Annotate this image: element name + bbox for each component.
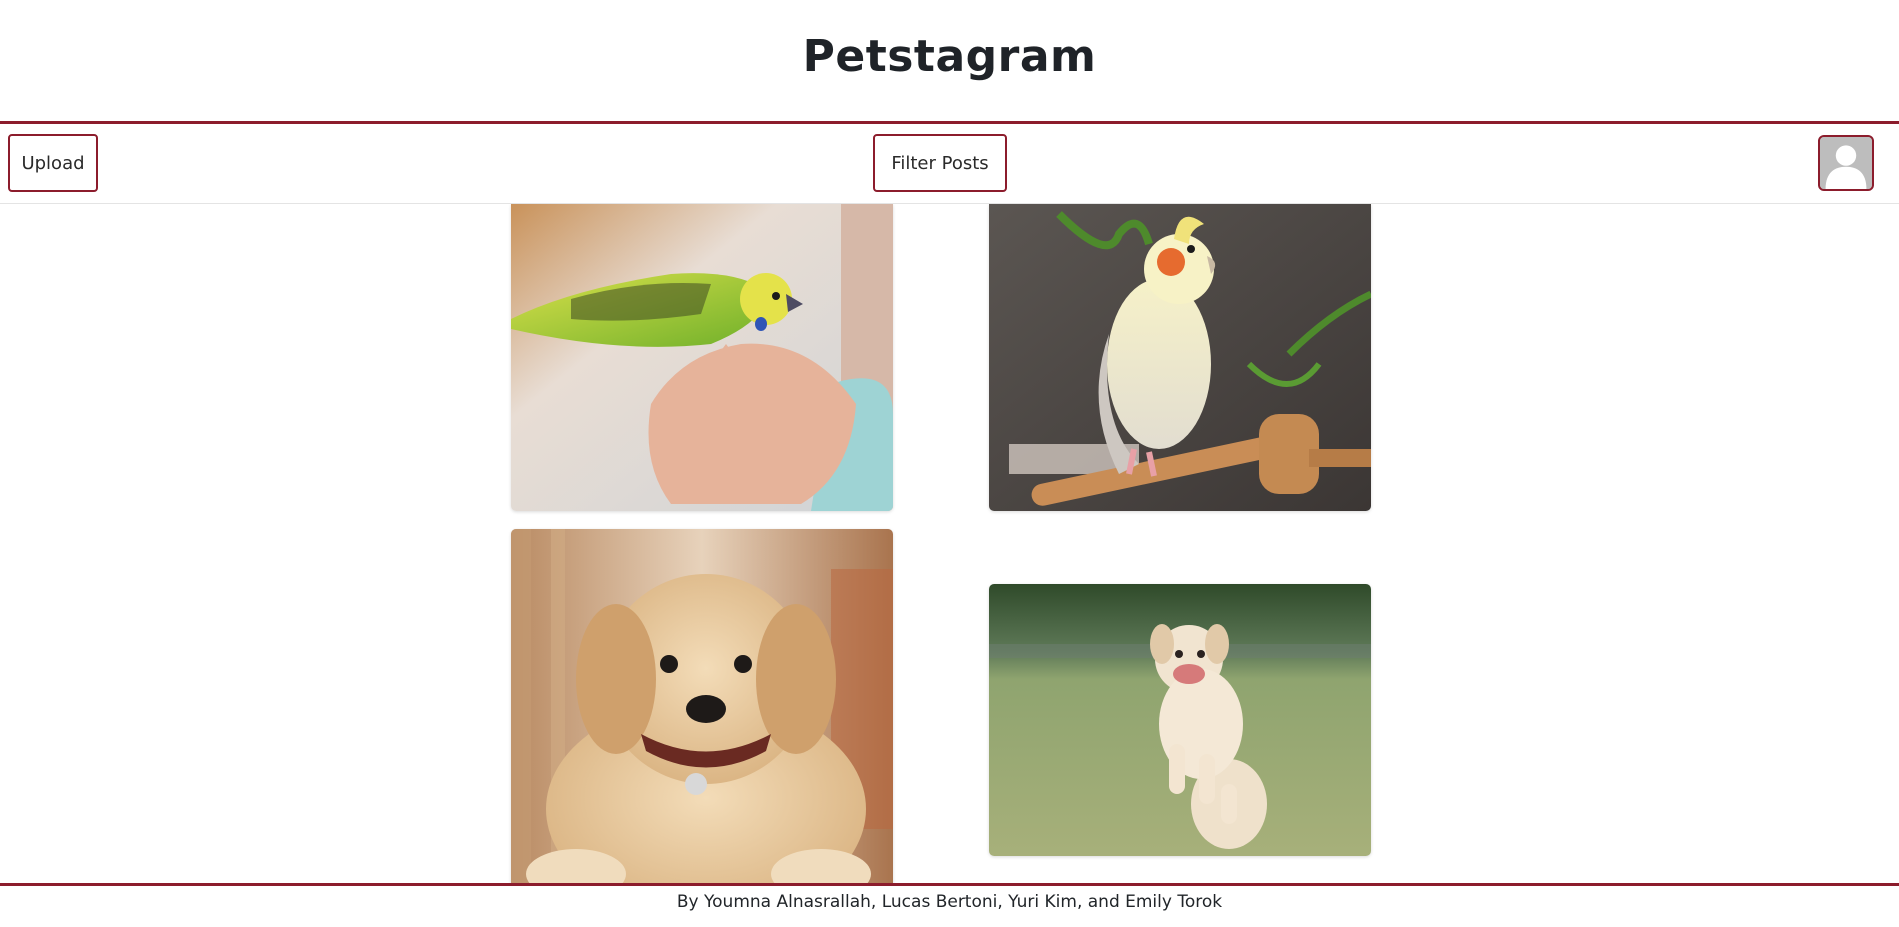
budgie-photo	[511, 204, 893, 511]
filter-posts-button[interactable]: Filter Posts	[873, 134, 1007, 192]
toolbar: Upload Filter Posts	[0, 121, 1899, 204]
post-budgie-on-hand[interactable]	[511, 204, 893, 511]
cockatiel-photo	[989, 204, 1371, 511]
footer-credits: By Youmna Alnasrallah, Lucas Bertoni, Yu…	[676, 892, 1223, 912]
footer: By Youmna Alnasrallah, Lucas Bertoni, Yu…	[0, 883, 1899, 927]
post-golden-retriever-puppy[interactable]	[511, 529, 893, 884]
page-title: Petstagram	[802, 30, 1097, 82]
post-feed	[0, 204, 1899, 884]
post-cockatiel-on-perch[interactable]	[989, 204, 1371, 511]
app-header: Petstagram	[0, 0, 1899, 122]
upload-button[interactable]: Upload	[8, 134, 98, 192]
user-avatar-icon	[1820, 137, 1872, 189]
labrador-puppy-photo	[989, 584, 1371, 856]
profile-avatar-button[interactable]	[1818, 135, 1874, 191]
post-labrador-puppy-running[interactable]	[989, 584, 1371, 856]
golden-puppy-photo	[511, 529, 893, 884]
